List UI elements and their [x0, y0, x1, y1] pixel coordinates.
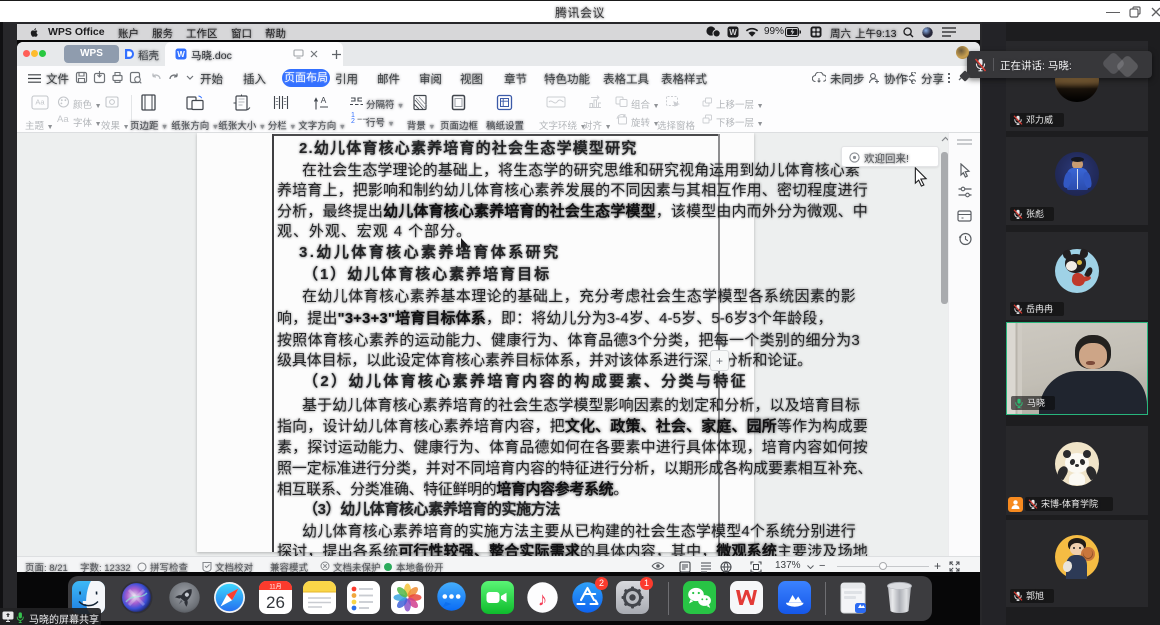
svg-text:26: 26	[266, 593, 285, 612]
svg-text:Aa: Aa	[35, 98, 45, 107]
svg-text:W: W	[177, 50, 185, 59]
svg-text:♪: ♪	[538, 590, 548, 611]
svg-text:W: W	[729, 28, 737, 37]
svg-text:A: A	[321, 95, 327, 105]
svg-text:11月: 11月	[269, 583, 281, 590]
